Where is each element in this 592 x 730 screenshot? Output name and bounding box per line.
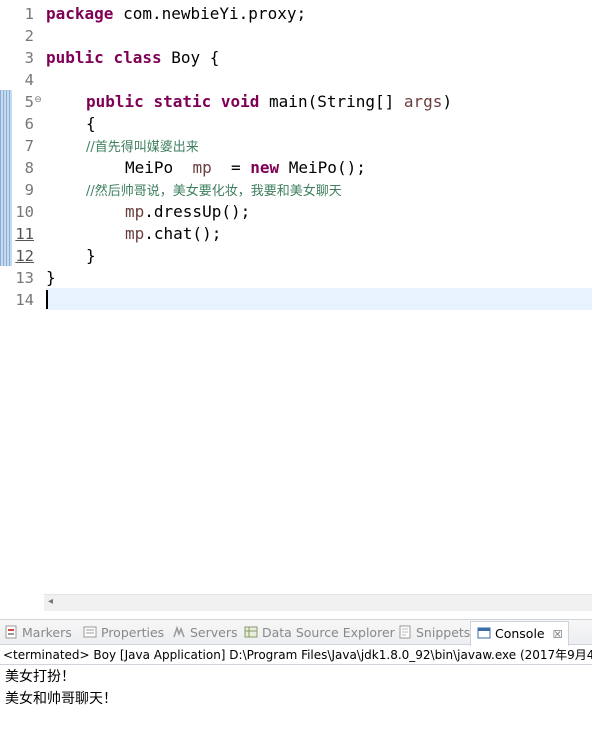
code-line-3[interactable]: public class Boy {: [46, 47, 219, 69]
console-output-line: 美女打扮！: [5, 669, 75, 685]
code-text: }: [86, 246, 96, 265]
variable-name: mp: [192, 158, 212, 177]
keyword: static: [153, 92, 212, 111]
change-indicator-bar: [0, 90, 12, 266]
text-caret: [46, 290, 48, 309]
tab-markers[interactable]: Markers: [4, 624, 72, 644]
markers-icon: [5, 625, 17, 639]
code-text: }: [46, 268, 56, 287]
views-tab-bar: Markers Properties Servers Data Source E…: [0, 619, 592, 646]
tab-servers[interactable]: Servers: [172, 624, 238, 644]
line-number: 2: [24, 27, 34, 45]
servers-icon: [173, 625, 185, 638]
code-line-6[interactable]: {: [86, 113, 96, 135]
code-line-1[interactable]: package com.newbieYi.proxy;: [46, 3, 306, 25]
code-text: Boy {: [161, 48, 220, 67]
variable-name: mp: [125, 224, 145, 243]
scroll-left-icon[interactable]: ◂: [48, 596, 53, 607]
code-text: =: [211, 158, 251, 177]
line-number: 6: [24, 115, 34, 133]
code-text: com.newbieYi.proxy;: [113, 4, 307, 23]
code-line-13[interactable]: }: [46, 267, 56, 289]
keyword: void: [220, 92, 260, 111]
tab-properties[interactable]: Properties: [83, 624, 164, 644]
keyword: package: [46, 4, 114, 23]
code-editor[interactable]: 1 2 3 4 5 6 7 8 9 10 11 12 13 14 ⊖ packa…: [0, 0, 592, 612]
tab-label: Console: [495, 626, 545, 641]
tab-label: Properties: [101, 625, 165, 640]
code-text: {: [86, 114, 96, 133]
line-number: 3: [24, 49, 34, 67]
console-output-line: 美女和帅哥聊天！: [5, 691, 117, 707]
tab-label: Servers: [190, 625, 238, 640]
console-process-status: <terminated> Boy [Java Application] D:\P…: [0, 646, 592, 665]
code-line-12[interactable]: }: [86, 245, 96, 267]
keyword: public: [46, 48, 104, 67]
variable-name: mp: [125, 202, 145, 221]
tab-data-source-explorer[interactable]: Data Source Explorer: [244, 624, 395, 644]
line-number: 14: [15, 291, 34, 309]
line-number: 5: [24, 93, 34, 111]
tab-snippets[interactable]: Snippets: [398, 624, 470, 644]
comment: //然后帅哥说，美女要化妆，我要和美女聊天: [86, 184, 342, 199]
keyword: class: [113, 48, 162, 67]
line-number: 12: [15, 247, 34, 265]
tab-label: Snippets: [416, 625, 471, 640]
keyword: new: [250, 158, 280, 177]
console-output-area[interactable]: 美女打扮！ 美女和帅哥聊天！: [0, 666, 592, 730]
line-number: 10: [15, 203, 34, 221]
code-text: .chat();: [144, 224, 222, 243]
code-line-5[interactable]: public static void main(String[] args): [86, 91, 452, 113]
line-number: 8: [24, 159, 34, 177]
console-icon: [477, 627, 491, 639]
parameter-name: args: [403, 92, 443, 111]
line-number: 13: [15, 269, 34, 287]
fold-collapse-icon[interactable]: ⊖: [33, 95, 43, 105]
code-text: .dressUp();: [144, 202, 251, 221]
comment: //首先得叫媒婆出来: [86, 140, 199, 155]
code-line-9[interactable]: //然后帅哥说，美女要化妆，我要和美女聊天: [86, 179, 342, 201]
properties-icon: [83, 626, 97, 638]
tab-label: Data Source Explorer: [262, 625, 395, 640]
keyword: public: [86, 92, 144, 111]
line-number: 9: [24, 181, 34, 199]
current-line-highlight: [46, 288, 592, 310]
data-source-icon: [244, 626, 258, 638]
code-line-10[interactable]: mp.dressUp();: [125, 201, 250, 223]
line-number: 11: [15, 225, 34, 243]
code-text: MeiPo: [125, 158, 193, 177]
tab-label: Markers: [22, 625, 72, 640]
code-text: main(String[]: [259, 92, 404, 111]
code-text: ): [442, 92, 453, 111]
line-number: 4: [24, 71, 34, 89]
close-icon[interactable]: ☒: [553, 628, 563, 641]
code-text: MeiPo();: [279, 158, 366, 177]
snippets-icon: [399, 625, 411, 639]
code-line-7[interactable]: //首先得叫媒婆出来: [86, 135, 199, 157]
tab-console[interactable]: Console ☒: [470, 621, 570, 646]
line-number: 1: [24, 5, 34, 23]
code-line-8[interactable]: MeiPo mp = new MeiPo();: [125, 157, 366, 179]
horizontal-scrollbar[interactable]: ◂: [44, 594, 592, 611]
line-number: 7: [24, 137, 34, 155]
code-line-11[interactable]: mp.chat();: [125, 223, 221, 245]
